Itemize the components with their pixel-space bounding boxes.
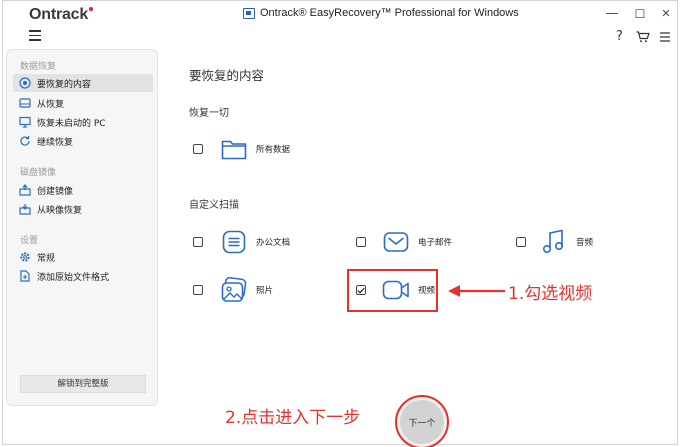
add-file-icon [19,270,31,282]
title-bar: Ontrack Ontrack® EasyRecovery™ Professio… [3,1,677,27]
photo-icon [220,276,248,304]
app-icon [243,7,255,19]
refresh-icon [19,135,31,147]
help-button[interactable]: ? [616,29,623,44]
recover-all-heading: 恢复一切 [189,108,229,119]
sidebar-item-general[interactable]: 常规 [13,248,153,266]
sidebar-item-add-raw-file-format[interactable]: 添加原始文件格式 [13,267,153,285]
sidebar-section-disk-imaging: 磁盘镜像 [20,168,57,178]
next-button[interactable]: 下一个 [395,395,449,447]
monitor-icon [19,116,31,128]
custom-scan-heading: 自定义扫描 [189,200,239,211]
option-office-documents[interactable]: 办公文档 [193,228,290,256]
option-all-data[interactable]: 所有数据 [193,135,290,163]
ontrack-logo: Ontrack [29,6,94,24]
settings-menu-icon[interactable] [659,31,671,47]
photos-checkbox[interactable] [193,285,203,295]
office-documents-label: 办公文档 [256,238,291,248]
option-email[interactable]: 电子邮件 [356,228,452,256]
maximize-button[interactable]: ☐ [629,5,651,23]
email-icon [382,228,410,256]
window-title-text: Ontrack® EasyRecovery™ Professional for … [260,7,519,19]
sidebar-item-label: 创建镜像 [37,186,74,197]
sidebar-item-create-image[interactable]: 创建镜像 [13,181,153,199]
minimize-button[interactable]: — [601,5,623,23]
annotation-step-1: 1.勾选视频 [508,284,593,304]
drive-icon [19,97,31,109]
gear-icon [19,251,31,263]
sidebar-section-data-recovery: 数据恢复 [20,62,57,72]
all-data-label: 所有数据 [256,145,291,155]
sidebar-item-recover-unbootable-pc[interactable]: 恢复未启动的 PC [13,113,153,131]
sidebar: 数据恢复 要恢复的内容 从恢复 恢复未启动的 PC 继续恢复 磁盘镜像 创建镜像… [6,49,158,406]
page-title: 要恢复的内容 [189,68,265,83]
unlock-full-version-button[interactable]: 解锁到完整版 [20,375,146,393]
all-data-checkbox[interactable] [193,144,203,154]
annotation-arrow [448,285,505,297]
create-image-icon [19,184,31,196]
window-title: Ontrack® EasyRecovery™ Professional for … [243,7,519,19]
sidebar-item-label: 继续恢复 [37,137,74,148]
email-label: 电子邮件 [418,238,453,248]
sidebar-item-restore-from-image[interactable]: 从映像恢复 [13,200,153,218]
sidebar-item-label: 从恢复 [37,99,65,110]
option-photos[interactable]: 照片 [193,276,273,304]
sidebar-item-label: 要恢复的内容 [37,79,92,90]
email-checkbox[interactable] [356,237,366,247]
sidebar-item-label: 从映像恢复 [37,205,83,216]
folder-icon [220,135,248,163]
audio-label: 音频 [576,238,594,248]
sidebar-item-continue-recovery[interactable]: 继续恢复 [13,132,153,150]
music-icon [540,228,568,256]
toolbar: ? [3,27,677,47]
photos-label: 照片 [256,286,274,296]
cart-icon[interactable] [636,31,650,47]
sidebar-item-recover-from[interactable]: 从恢复 [13,94,153,112]
app-window: Ontrack Ontrack® EasyRecovery™ Professio… [2,0,678,447]
close-button[interactable]: ✕ [655,5,677,23]
document-icon [220,228,248,256]
menu-icon[interactable] [29,30,41,42]
target-icon [19,77,31,89]
audio-checkbox[interactable] [516,237,526,247]
sidebar-item-label: 添加原始文件格式 [37,272,110,283]
restore-image-icon [19,203,31,215]
sidebar-item-label: 恢复未启动的 PC [37,118,106,129]
office-documents-checkbox[interactable] [193,237,203,247]
sidebar-item-what-to-recover[interactable]: 要恢复的内容 [13,74,153,92]
annotation-step-2: 2.点击进入下一步 [225,408,361,428]
video-highlight-box [347,269,438,312]
sidebar-item-label: 常规 [37,253,56,264]
sidebar-section-settings: 设置 [20,236,39,246]
option-audio[interactable]: 音频 [516,228,593,256]
